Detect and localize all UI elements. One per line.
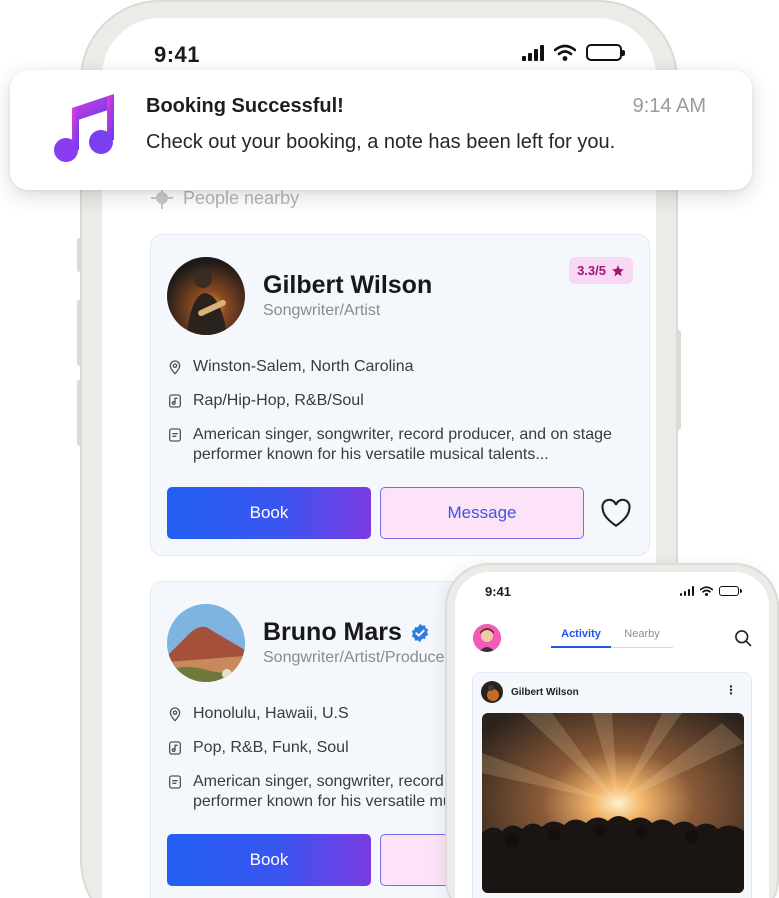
- post-author-avatar[interactable]: [481, 681, 503, 703]
- user-avatar[interactable]: [473, 624, 501, 652]
- note-icon: [169, 775, 181, 789]
- cellular-signal-icon: [522, 44, 544, 61]
- verified-badge-icon: [411, 623, 429, 642]
- activity-post-card[interactable]: Gilbert Wilson ⋮: [472, 672, 752, 898]
- status-icons: [522, 44, 625, 61]
- power-button: [676, 330, 681, 430]
- status-time: 9:41: [154, 42, 201, 67]
- music-note-icon: [54, 94, 114, 162]
- bio-text: American singer, songwriter, record prod…: [193, 426, 612, 463]
- message-button[interactable]: Message: [380, 487, 584, 539]
- artist-card[interactable]: Gilbert Wilson Songwriter/Artist 3.3/5 W…: [150, 234, 650, 556]
- status-time: 9:41: [485, 584, 512, 599]
- battery-icon: [719, 586, 742, 596]
- notification-time: 9:14 AM: [632, 95, 706, 117]
- location-pin-icon: [169, 360, 181, 375]
- star-icon: [612, 264, 624, 276]
- status-icons: [679, 586, 742, 596]
- secondary-screen: 9:41 Activity Nearby Gilbert Wilson ⋮: [455, 572, 769, 898]
- rating-value: 3.3/5: [577, 263, 606, 278]
- avatar[interactable]: [167, 257, 245, 335]
- wifi-icon: [554, 44, 576, 61]
- artist-name-text: Gilbert Wilson: [263, 271, 433, 299]
- music-file-icon: [169, 741, 181, 755]
- notification-body: Check out your booking, a note has been …: [146, 131, 616, 153]
- feed-tabs: Activity Nearby: [551, 628, 673, 648]
- book-button[interactable]: Book: [167, 487, 371, 539]
- tab-activity[interactable]: Activity: [551, 628, 611, 648]
- bio-row: American singer, songwriter, record prod…: [167, 425, 633, 465]
- concert-photo[interactable]: [482, 713, 744, 893]
- post-author-name: Gilbert Wilson: [511, 687, 579, 698]
- artist-role: Songwriter/Artist/Producer: [263, 649, 450, 666]
- artist-name-text: Bruno Mars: [263, 618, 402, 646]
- genre-text: Rap/Hip-Hop, R&B/Soul: [193, 392, 364, 409]
- book-button[interactable]: Book: [167, 834, 371, 886]
- favorite-heart-icon[interactable]: [599, 496, 633, 530]
- search-icon[interactable]: [733, 628, 753, 648]
- mute-switch: [77, 238, 82, 272]
- notification-title: Booking Successful!: [146, 95, 344, 117]
- artist-role: Songwriter/Artist: [263, 302, 381, 319]
- avatar[interactable]: [167, 604, 245, 682]
- volume-up-button: [77, 300, 82, 366]
- booking-notification[interactable]: Booking Successful! 9:14 AM Check out yo…: [10, 70, 752, 190]
- battery-icon: [586, 44, 625, 61]
- location-text: Winston-Salem, North Carolina: [193, 358, 414, 375]
- rating-badge: 3.3/5: [569, 257, 633, 284]
- genre-row: Rap/Hip-Hop, R&B/Soul: [167, 391, 633, 411]
- location-row: Winston-Salem, North Carolina: [167, 357, 633, 377]
- artist-name: Gilbert Wilson: [263, 271, 432, 300]
- wifi-icon: [700, 586, 713, 596]
- tab-nearby[interactable]: Nearby: [611, 628, 673, 648]
- section-label-text: People nearby: [183, 187, 300, 208]
- location-pin-icon: [169, 707, 181, 722]
- artist-name: Bruno Mars: [263, 618, 430, 647]
- secondary-phone: 9:41 Activity Nearby Gilbert Wilson ⋮: [445, 563, 779, 898]
- cellular-signal-icon: [679, 586, 694, 596]
- more-options-icon[interactable]: ⋮: [725, 683, 737, 697]
- music-file-icon: [169, 394, 181, 408]
- note-icon: [169, 428, 181, 442]
- volume-down-button: [77, 380, 82, 446]
